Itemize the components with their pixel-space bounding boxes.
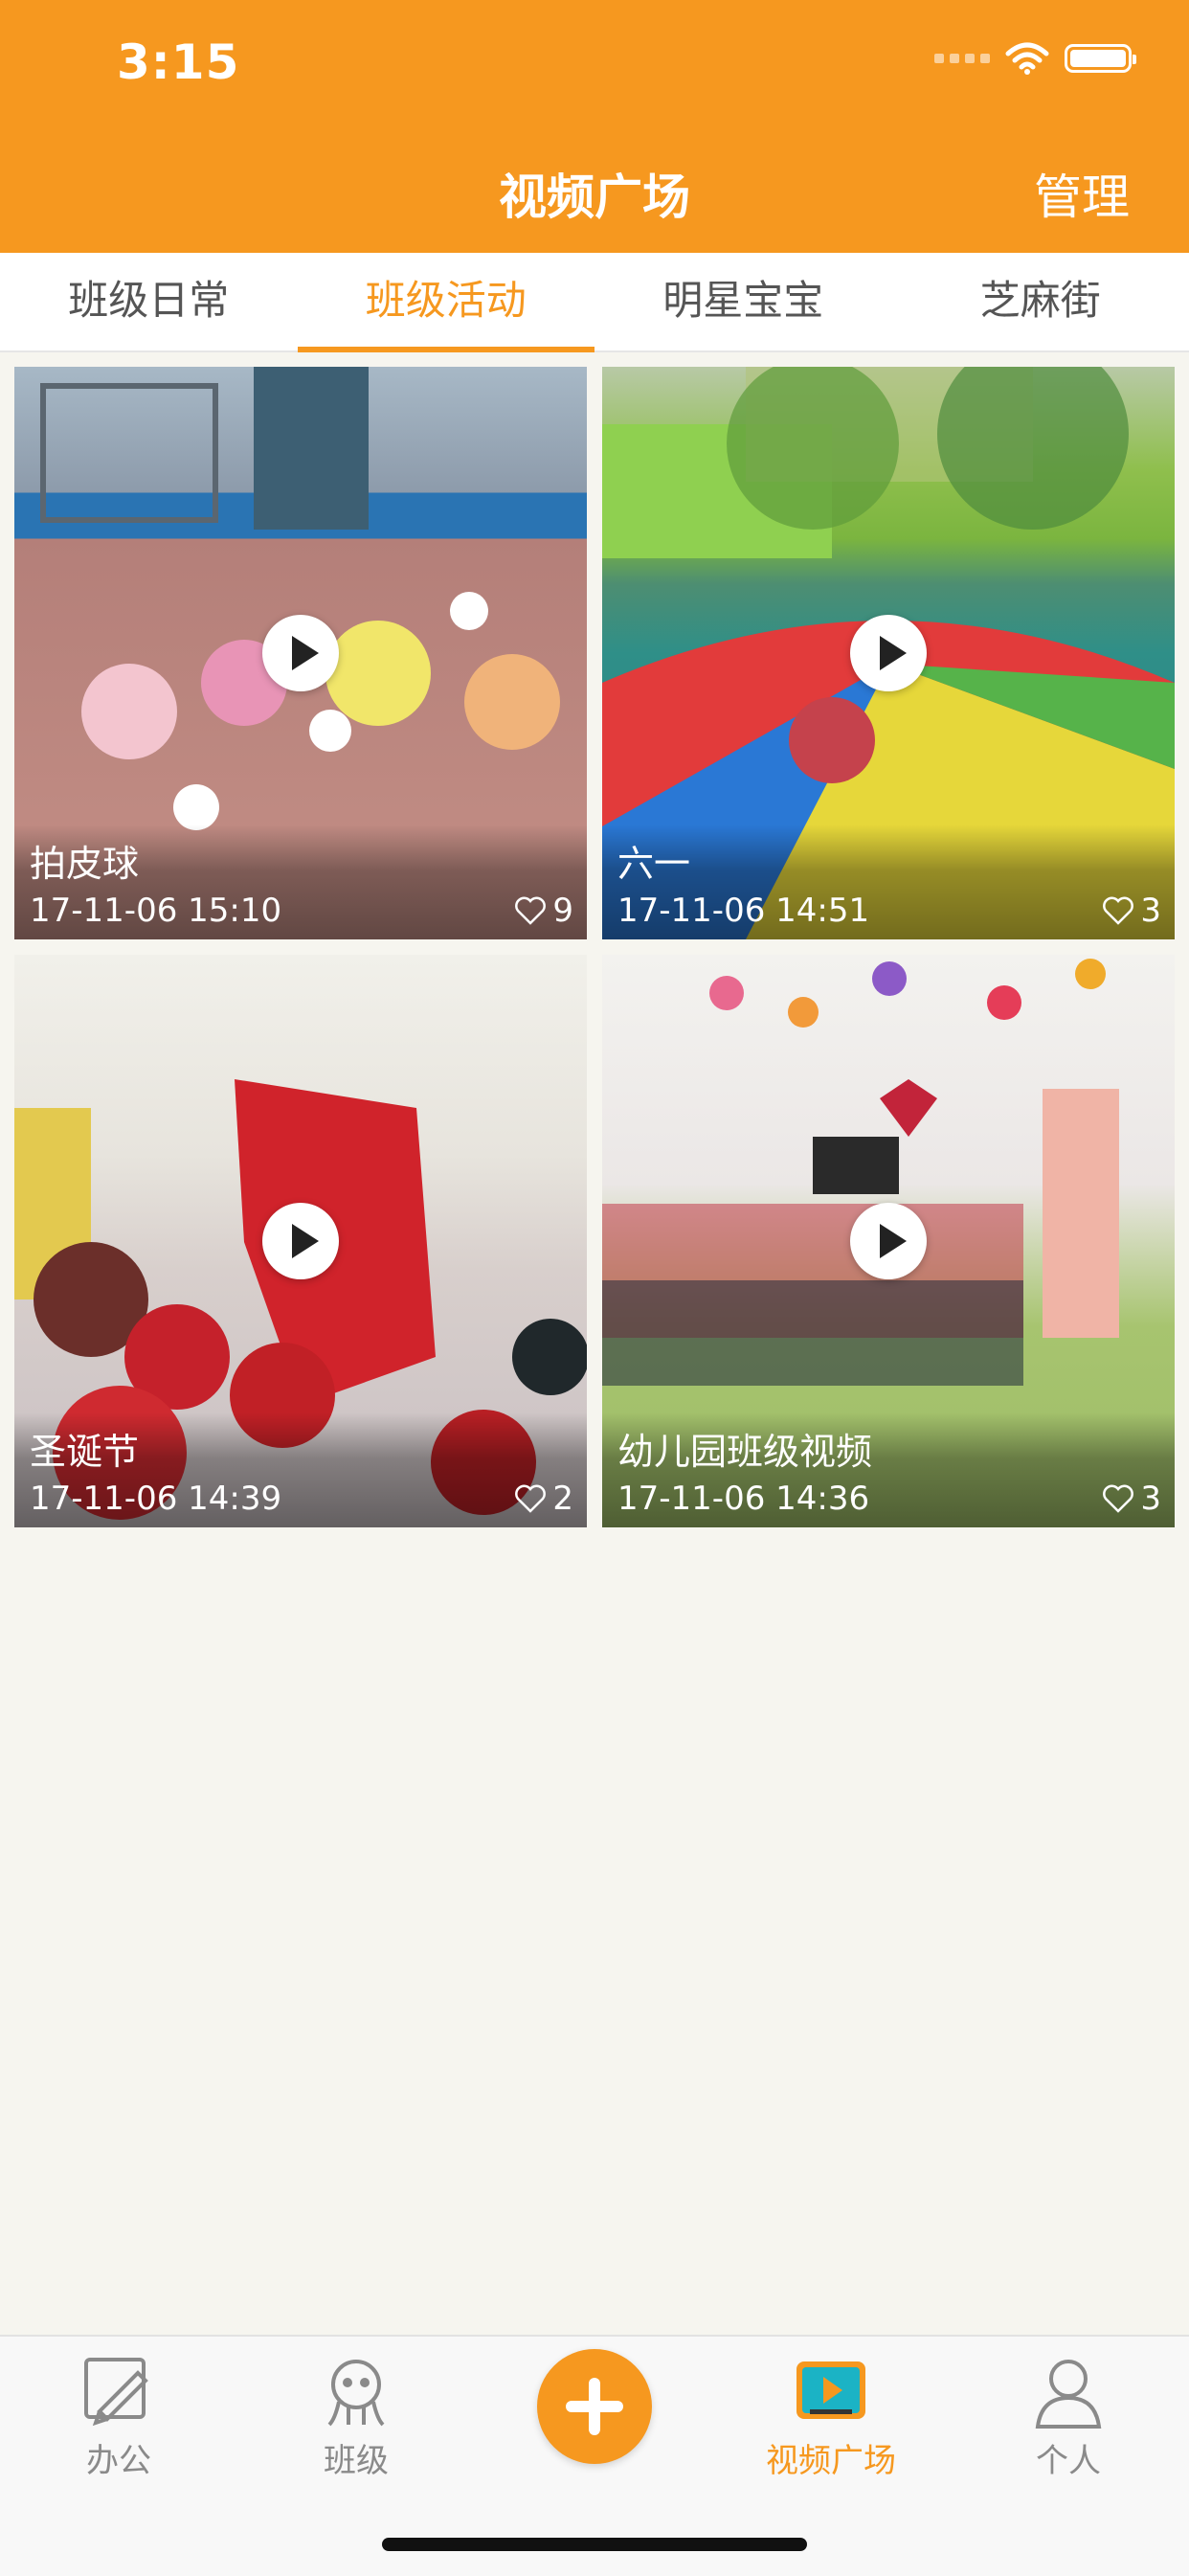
like-count[interactable]: 3 [1102, 1480, 1161, 1518]
tabbar-item-video-square[interactable]: 视频广场 [754, 2354, 908, 2481]
person-icon [1030, 2354, 1107, 2430]
like-count-value: 9 [552, 892, 573, 930]
play-icon[interactable] [262, 1203, 339, 1279]
video-card[interactable]: 拍皮球 17-11-06 15:10 9 [14, 367, 587, 939]
video-icon [793, 2354, 869, 2430]
tab-star-baby[interactable]: 明星宝宝 [594, 253, 892, 350]
video-caption: 幼儿园班级视频 17-11-06 14:36 3 [602, 1412, 1175, 1527]
video-caption: 拍皮球 17-11-06 15:10 9 [14, 825, 587, 939]
video-caption: 六一 17-11-06 14:51 3 [602, 825, 1175, 939]
heart-icon [514, 896, 547, 925]
video-caption: 圣诞节 17-11-06 14:39 2 [14, 1412, 587, 1527]
status-icons [934, 42, 1132, 75]
video-time: 17-11-06 14:36 [617, 1480, 869, 1518]
tabbar-item-profile[interactable]: 个人 [992, 2354, 1145, 2481]
header: 3:15 视频广场 管理 [0, 0, 1189, 253]
video-title: 六一 [617, 834, 690, 887]
wifi-icon [1005, 42, 1049, 75]
class-icon [318, 2354, 394, 2430]
like-count-value: 3 [1140, 892, 1161, 930]
heart-icon [1102, 1484, 1134, 1513]
video-time: 17-11-06 14:51 [617, 892, 869, 930]
like-count[interactable]: 3 [1102, 892, 1161, 930]
video-title: 拍皮球 [30, 834, 139, 887]
pencil-icon [80, 2354, 157, 2430]
like-count[interactable]: 9 [514, 892, 573, 930]
signal-icon [934, 54, 990, 63]
like-count-value: 2 [552, 1480, 573, 1518]
tab-sesame-street[interactable]: 芝麻街 [892, 253, 1189, 350]
category-tabs: 班级日常 班级活动 明星宝宝 芝麻街 [0, 253, 1189, 352]
like-count[interactable]: 2 [514, 1480, 573, 1518]
video-grid: 拍皮球 17-11-06 15:10 9 [14, 367, 1175, 1527]
video-card[interactable]: 幼儿园班级视频 17-11-06 14:36 3 [602, 955, 1175, 1527]
tabbar-label: 视频广场 [754, 2434, 908, 2481]
video-card[interactable]: 圣诞节 17-11-06 14:39 2 [14, 955, 587, 1527]
page-title: 视频广场 [0, 159, 1189, 228]
tabbar-item-class[interactable]: 班级 [280, 2354, 433, 2481]
tab-class-activity[interactable]: 班级活动 [298, 253, 595, 350]
tabbar-label: 个人 [992, 2434, 1145, 2481]
video-time: 17-11-06 15:10 [30, 892, 281, 930]
status-time: 3:15 [117, 34, 239, 90]
home-indicator [382, 2538, 807, 2551]
play-icon[interactable] [850, 615, 927, 691]
tab-class-daily[interactable]: 班级日常 [0, 253, 298, 350]
battery-icon [1065, 44, 1132, 73]
video-title: 圣诞节 [30, 1422, 139, 1475]
video-title: 幼儿园班级视频 [617, 1422, 872, 1475]
heart-icon [1102, 896, 1134, 925]
play-icon[interactable] [262, 615, 339, 691]
tabbar-item-office[interactable]: 办公 [42, 2354, 195, 2481]
manage-button[interactable]: 管理 [1034, 159, 1130, 228]
tabbar-label: 班级 [280, 2434, 433, 2481]
heart-icon [514, 1484, 547, 1513]
tabbar-label: 办公 [42, 2434, 195, 2481]
add-button[interactable] [537, 2349, 652, 2464]
like-count-value: 3 [1140, 1480, 1161, 1518]
play-icon[interactable] [850, 1203, 927, 1279]
video-card[interactable]: 六一 17-11-06 14:51 3 [602, 367, 1175, 939]
video-time: 17-11-06 14:39 [30, 1480, 281, 1518]
